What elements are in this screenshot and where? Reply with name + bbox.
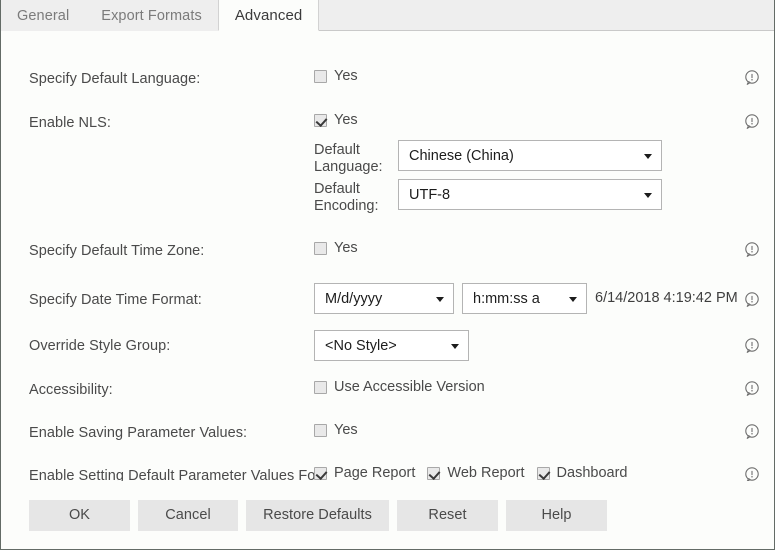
label-default-language: Default Language: xyxy=(314,140,398,176)
select-date-format[interactable]: M/d/yyyy xyxy=(314,283,454,314)
info-callout-icon[interactable] xyxy=(743,291,761,309)
checkbox-label: Yes xyxy=(334,239,358,258)
control-enable-setting-default-parameter-values: Page Report Web Report Dashboard xyxy=(314,462,775,483)
info-callout-icon[interactable] xyxy=(743,113,761,131)
ok-button[interactable]: OK xyxy=(29,500,130,531)
tab-bar-filler xyxy=(319,0,775,30)
tab-bar: General Export Formats Advanced xyxy=(1,0,775,31)
control-specify-default-language: Yes xyxy=(314,65,775,86)
info-callout-icon[interactable] xyxy=(743,380,761,398)
checkbox-specify-default-language[interactable]: Yes xyxy=(314,67,358,86)
select-date-format-value: M/d/yyyy xyxy=(325,291,382,307)
tab-general[interactable]: General xyxy=(1,0,85,31)
help-button[interactable]: Help xyxy=(506,500,607,531)
checkbox-enable-saving-parameter-values[interactable]: Yes xyxy=(314,421,358,440)
row-enable-nls: Enable NLS: Yes Default Language: Chines… xyxy=(1,109,775,215)
select-override-style-group-value: <No Style> xyxy=(325,338,397,354)
tab-advanced[interactable]: Advanced xyxy=(218,0,320,31)
checkbox-box xyxy=(314,424,327,437)
settings-form: Specify Default Language: Yes Enable NLS… xyxy=(1,31,775,531)
subrow-default-language: Default Language: Chinese (China) xyxy=(314,140,662,176)
checkbox-label: Use Accessible Version xyxy=(334,378,485,397)
select-default-encoding-value: UTF-8 xyxy=(409,187,450,203)
chevron-down-icon xyxy=(569,297,577,302)
control-enable-saving-parameter-values: Yes xyxy=(314,419,775,440)
row-specify-date-time-format: Specify Date Time Format: M/d/yyyy h:mm:… xyxy=(1,281,775,314)
label-enable-saving-parameter-values: Enable Saving Parameter Values: xyxy=(29,419,314,443)
row-enable-saving-parameter-values: Enable Saving Parameter Values: Yes xyxy=(1,419,775,445)
select-default-language[interactable]: Chinese (China) xyxy=(398,140,662,171)
checkbox-box xyxy=(537,467,550,480)
checkbox-label: Yes xyxy=(334,67,358,86)
control-accessibility: Use Accessible Version xyxy=(314,376,775,397)
label-accessibility: Accessibility: xyxy=(29,376,314,400)
subrow-default-encoding: Default Encoding: UTF-8 xyxy=(314,179,662,215)
info-callout-icon[interactable] xyxy=(743,69,761,87)
advanced-settings-panel: General Export Formats Advanced Specify … xyxy=(0,0,775,550)
checkbox-label: Yes xyxy=(334,421,358,440)
control-enable-nls: Yes Default Language: Chinese (China) De… xyxy=(314,109,775,215)
control-specify-date-time-format: M/d/yyyy h:mm:ss a 6/14/2018 4:19:42 PM xyxy=(314,281,775,314)
checkbox-box xyxy=(427,467,440,480)
label-specify-date-time-format: Specify Date Time Format: xyxy=(29,281,314,310)
select-time-format-value: h:mm:ss a xyxy=(473,291,540,307)
checkbox-box xyxy=(314,114,327,127)
row-specify-default-time-zone: Specify Default Time Zone: Yes xyxy=(1,237,775,263)
row-specify-default-language: Specify Default Language: Yes xyxy=(1,65,775,91)
tab-export-formats[interactable]: Export Formats xyxy=(85,0,218,31)
checkbox-box xyxy=(314,381,327,394)
label-specify-default-language: Specify Default Language: xyxy=(29,65,314,89)
chevron-down-icon xyxy=(644,154,652,159)
label-specify-default-time-zone: Specify Default Time Zone: xyxy=(29,237,314,261)
checkbox-use-accessible-version[interactable]: Use Accessible Version xyxy=(314,378,485,397)
checkbox-box xyxy=(314,70,327,83)
checkbox-label: Yes xyxy=(334,111,358,130)
checkbox-box xyxy=(314,242,327,255)
spacer xyxy=(314,130,775,138)
date-time-sample: 6/14/2018 4:19:42 PM xyxy=(595,283,738,314)
label-override-style-group: Override Style Group: xyxy=(29,328,314,356)
label-enable-nls: Enable NLS: xyxy=(29,109,314,133)
checkbox-specify-default-time-zone[interactable]: Yes xyxy=(314,239,358,258)
chevron-down-icon xyxy=(436,297,444,302)
info-callout-icon[interactable] xyxy=(743,423,761,441)
select-override-style-group[interactable]: <No Style> xyxy=(314,330,469,361)
row-accessibility: Accessibility: Use Accessible Version xyxy=(1,376,775,402)
select-default-language-value: Chinese (China) xyxy=(409,148,514,164)
chevron-down-icon xyxy=(451,344,459,349)
control-override-style-group: <No Style> xyxy=(314,328,775,361)
select-default-encoding[interactable]: UTF-8 xyxy=(398,179,662,210)
info-callout-icon[interactable] xyxy=(743,241,761,259)
info-callout-icon[interactable] xyxy=(743,337,761,355)
checkbox-box xyxy=(314,467,327,480)
restore-defaults-button[interactable]: Restore Defaults xyxy=(246,500,389,531)
checkbox-enable-nls[interactable]: Yes xyxy=(314,111,358,130)
row-override-style-group: Override Style Group: <No Style> xyxy=(1,328,775,361)
label-default-encoding: Default Encoding: xyxy=(314,179,398,215)
chevron-down-icon xyxy=(644,193,652,198)
select-time-format[interactable]: h:mm:ss a xyxy=(462,283,587,314)
dialog-button-bar: OK Cancel Restore Defaults Reset Help xyxy=(1,481,774,549)
reset-button[interactable]: Reset xyxy=(397,500,498,531)
control-specify-default-time-zone: Yes xyxy=(314,237,775,258)
cancel-button[interactable]: Cancel xyxy=(138,500,238,531)
